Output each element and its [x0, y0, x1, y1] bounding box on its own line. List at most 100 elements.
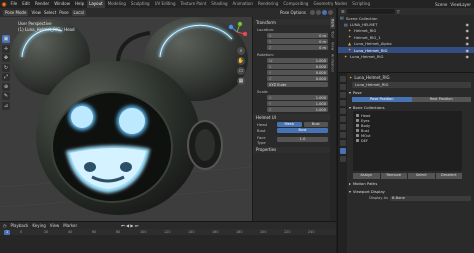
- physics-properties-icon[interactable]: [339, 132, 346, 138]
- motion-paths-section-header[interactable]: ▸ Motion Paths: [349, 181, 474, 187]
- helmet-ui-panel-header[interactable]: Helmet UI: [253, 114, 336, 120]
- annotate-tool-icon[interactable]: ✎: [2, 92, 10, 100]
- select-button[interactable]: Select: [408, 173, 435, 179]
- playback-menu[interactable]: Playback: [11, 223, 29, 228]
- zoom-icon[interactable]: ⌕: [237, 47, 245, 55]
- perspective-toggle-icon[interactable]: ▦: [237, 77, 245, 85]
- rotation-z-field[interactable]: Z 0.000: [267, 76, 328, 81]
- n-tab-view[interactable]: View: [330, 40, 335, 52]
- assign-button[interactable]: Assign: [353, 173, 380, 179]
- constraints-properties-icon[interactable]: [339, 140, 346, 146]
- select-box-tool-icon[interactable]: ▣: [2, 35, 10, 43]
- scale-z-field[interactable]: Z 1.000: [267, 107, 328, 112]
- camera-view-icon[interactable]: ▭: [237, 67, 245, 75]
- mode-dropdown[interactable]: Pose Mode: [3, 9, 29, 16]
- deselect-button[interactable]: Deselect: [435, 173, 462, 179]
- outliner-search-input[interactable]: [346, 9, 395, 14]
- properties-panel-header[interactable]: Properties: [253, 146, 336, 153]
- display-as-dropdown[interactable]: B-Bone: [390, 195, 471, 201]
- head-bust-button[interactable]: Bust: [303, 121, 328, 127]
- bone-properties-icon[interactable]: [339, 156, 346, 162]
- n-tab-item[interactable]: Item: [330, 17, 335, 29]
- cursor-tool-icon[interactable]: ✛: [2, 44, 10, 53]
- head-mesh-button[interactable]: Mesh: [277, 121, 302, 127]
- tab-layout[interactable]: Layout: [86, 0, 106, 8]
- measure-tool-icon[interactable]: ⊿: [2, 101, 10, 110]
- list-item[interactable]: DEF: [353, 138, 462, 143]
- scale-x-field[interactable]: X 1.000: [267, 95, 328, 100]
- navigation-gizmo[interactable]: [226, 21, 248, 43]
- visibility-eye-icon[interactable]: ◉: [466, 48, 470, 53]
- visibility-eye-icon[interactable]: ◉: [466, 22, 470, 27]
- marker-menu[interactable]: Marker: [63, 223, 77, 228]
- tab-texture-paint[interactable]: Texture Paint: [178, 0, 209, 8]
- wireframe-shading-icon[interactable]: [310, 9, 315, 15]
- pose-options-menu[interactable]: Pose Options: [280, 10, 306, 15]
- pose-position-button[interactable]: Pose Position: [352, 96, 412, 102]
- visibility-eye-icon[interactable]: ◉: [466, 54, 470, 59]
- visibility-eye-icon[interactable]: ◉: [466, 28, 470, 33]
- menu-window[interactable]: Window: [52, 0, 73, 8]
- armature-data-properties-icon[interactable]: [339, 148, 346, 154]
- menu-edit[interactable]: Edit: [20, 0, 33, 8]
- modifier-properties-icon[interactable]: [339, 124, 346, 130]
- bust-button[interactable]: Bust: [277, 128, 328, 133]
- rotation-x-field[interactable]: X 0.000: [267, 64, 328, 69]
- scale-tool-icon[interactable]: ⤢: [2, 73, 10, 81]
- scene-properties-icon[interactable]: [339, 100, 346, 106]
- viewport-display-section-header[interactable]: ▾ Viewport Display: [349, 189, 474, 195]
- menu-file[interactable]: File: [8, 0, 20, 8]
- view-menu[interactable]: View: [31, 10, 41, 15]
- menu-help[interactable]: Help: [72, 0, 86, 8]
- tab-uv-editing[interactable]: UV Editing: [152, 0, 178, 8]
- scale-y-field[interactable]: Y 1.000: [267, 101, 328, 106]
- tab-shading[interactable]: Shading: [209, 0, 230, 8]
- select-menu[interactable]: Select: [44, 10, 56, 15]
- transform-panel-header[interactable]: Transform: [253, 19, 336, 25]
- output-properties-icon[interactable]: [339, 92, 346, 98]
- object-properties-icon[interactable]: [339, 116, 346, 122]
- scene-selector[interactable]: Scene: [435, 2, 447, 7]
- tab-sculpting[interactable]: Sculpting: [128, 0, 152, 8]
- rendered-shading-icon[interactable]: [328, 9, 333, 15]
- blender-logo-icon[interactable]: ◉: [0, 0, 8, 8]
- current-frame-indicator[interactable]: 1: [4, 229, 11, 235]
- n-tab-tool[interactable]: Tool: [330, 29, 335, 40]
- outliner-row[interactable]: ✦ Luna_Helmet_RIG ◉: [338, 53, 474, 59]
- world-properties-icon[interactable]: [339, 108, 346, 114]
- 3d-viewport[interactable]: User Perspective (1) Luna_Helmet_RIG : H…: [0, 17, 252, 221]
- location-y-field[interactable]: Y 0 m: [267, 39, 328, 44]
- rotate-tool-icon[interactable]: ↻: [2, 63, 10, 72]
- tab-animation[interactable]: Animation: [230, 0, 255, 8]
- bone-collections-list[interactable]: Head Eyes Body Bust MOut DEF: [353, 111, 462, 171]
- render-properties-icon[interactable]: [339, 84, 346, 90]
- face-type-field[interactable]: 1.0: [277, 137, 328, 142]
- tab-scripting[interactable]: Scripting: [350, 0, 373, 8]
- solid-shading-icon[interactable]: [316, 9, 321, 15]
- transform-tool-icon[interactable]: ⊕: [2, 82, 10, 91]
- tab-modeling[interactable]: Modeling: [105, 0, 128, 8]
- pose-menu[interactable]: Pose: [59, 10, 68, 15]
- play-controls[interactable]: ⏮ ◀ ▶ ⏭: [121, 223, 138, 228]
- tab-geometry-nodes[interactable]: Geometry Nodes: [311, 0, 350, 8]
- timeline-editor-icon[interactable]: ◷: [3, 223, 7, 228]
- tool-properties-icon[interactable]: [339, 76, 346, 82]
- transform-orientation-dropdown[interactable]: Local: [71, 9, 86, 16]
- armature-name-field[interactable]: Luna_Helmet_RIG: [352, 82, 471, 88]
- pan-icon[interactable]: ✋: [237, 57, 245, 65]
- visibility-eye-icon[interactable]: ◉: [466, 35, 470, 40]
- n-tab-animation[interactable]: Animation: [330, 52, 335, 74]
- menu-render[interactable]: Render: [32, 0, 51, 8]
- outliner-display-mode-icon[interactable]: ☰: [341, 9, 345, 14]
- timeline-view-menu[interactable]: View: [50, 223, 60, 228]
- location-x-field[interactable]: X 0 m: [267, 33, 328, 38]
- rotation-y-field[interactable]: Y 0.000: [267, 70, 328, 75]
- tab-rendering[interactable]: Rendering: [255, 0, 280, 8]
- bone-collections-section-header[interactable]: ▾ Bone Collections: [349, 104, 474, 110]
- visibility-eye-icon[interactable]: ◉: [466, 41, 470, 46]
- rotation-mode-dropdown[interactable]: XYZ Euler: [267, 82, 328, 87]
- rest-position-button[interactable]: Rest Position: [411, 96, 471, 102]
- filter-icon[interactable]: ▽: [397, 9, 400, 14]
- move-tool-icon[interactable]: ✥: [2, 54, 10, 62]
- keying-menu[interactable]: Keying: [32, 223, 45, 228]
